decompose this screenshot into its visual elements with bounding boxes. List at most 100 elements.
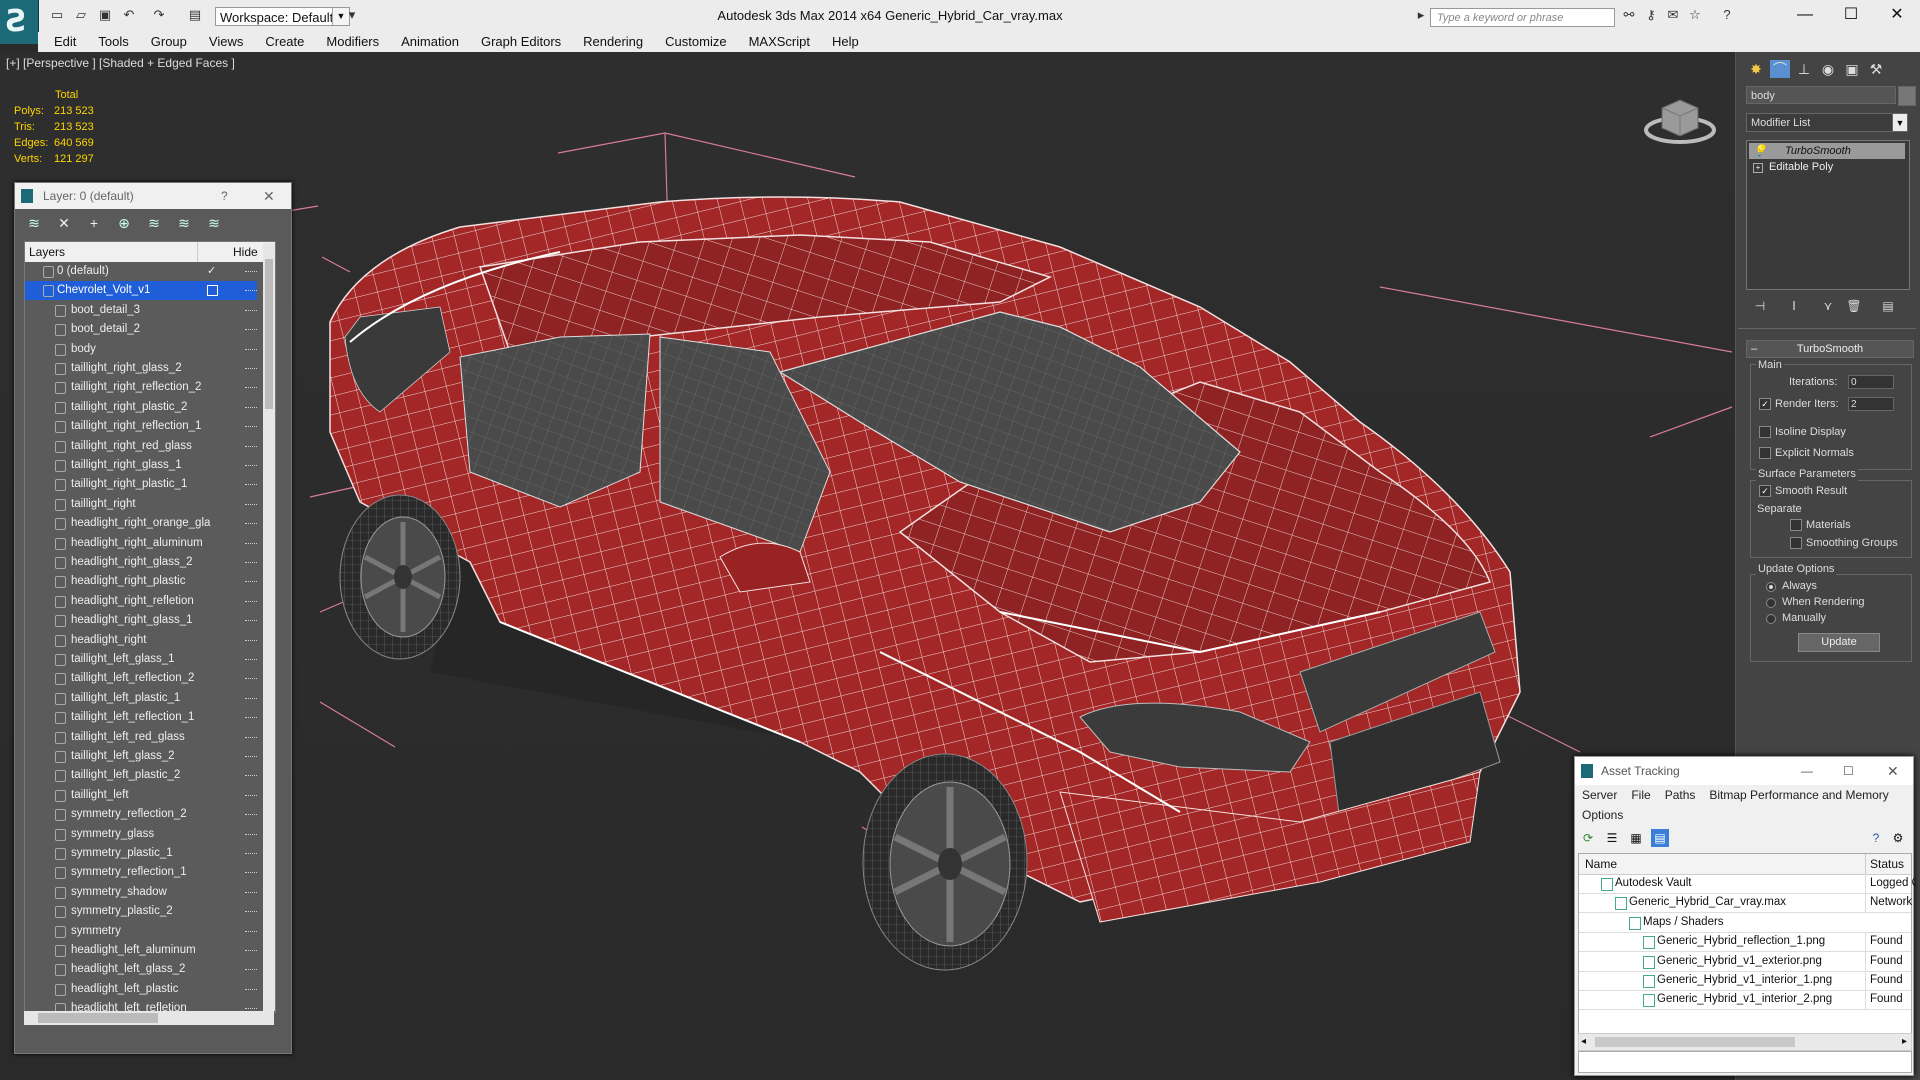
- iterations-spinner[interactable]: 0: [1848, 375, 1894, 389]
- hide-toggle[interactable]: [245, 950, 257, 953]
- minimize-button[interactable]: —: [1801, 757, 1813, 785]
- menu-file[interactable]: File: [1624, 785, 1657, 805]
- expand-arrow-icon[interactable]: ▸: [1416, 6, 1426, 24]
- layer-row[interactable]: headlight_left_plastic: [25, 980, 257, 999]
- hide-toggle[interactable]: [245, 697, 257, 701]
- hide-toggle[interactable]: [245, 426, 257, 429]
- scroll-left-icon[interactable]: ◂: [1581, 1034, 1586, 1050]
- show-end-result-icon[interactable]: Ⅰ: [1786, 298, 1802, 314]
- menu-customize[interactable]: Customize: [654, 32, 737, 52]
- menu-graph-editors[interactable]: Graph Editors: [470, 32, 572, 52]
- hide-toggle[interactable]: [245, 600, 257, 604]
- column-status[interactable]: Status: [1865, 854, 1904, 874]
- menu-bitmap-performance[interactable]: Bitmap Performance and Memory: [1702, 785, 1895, 805]
- utilities-tab-icon[interactable]: ⚒: [1866, 60, 1886, 78]
- hide-toggle[interactable]: [245, 406, 257, 410]
- hide-all-icon[interactable]: ≋: [175, 214, 193, 232]
- hide-toggle[interactable]: [245, 833, 257, 837]
- communication-icon[interactable]: ✉: [1664, 6, 1682, 24]
- asset-row[interactable]: Generic_Hybrid_v1_exterior.png Found: [1579, 951, 1911, 972]
- expand-plus-icon[interactable]: +: [1753, 163, 1763, 173]
- hide-toggle[interactable]: [245, 581, 257, 584]
- freeze-all-icon[interactable]: ≋: [205, 214, 223, 232]
- materials-checkbox[interactable]: [1790, 519, 1802, 531]
- hide-toggle[interactable]: [245, 659, 257, 662]
- make-unique-icon[interactable]: ⋎: [1820, 298, 1836, 314]
- hide-toggle[interactable]: [245, 329, 257, 332]
- hide-toggle[interactable]: [245, 639, 257, 643]
- menu-help[interactable]: Help: [821, 32, 870, 52]
- help-icon[interactable]: ?: [1867, 829, 1885, 847]
- layer-row[interactable]: taillight_left_glass_1: [25, 650, 257, 669]
- layer-row[interactable]: taillight_right_glass_1: [25, 456, 257, 475]
- render-iters-checkbox[interactable]: ✓: [1759, 398, 1771, 410]
- asset-row[interactable]: Generic_Hybrid_Car_vray.max Network: [1579, 893, 1912, 914]
- layer-row[interactable]: symmetry: [25, 922, 257, 941]
- display-tab-icon[interactable]: ▣: [1842, 60, 1862, 78]
- hide-toggle[interactable]: [245, 872, 257, 875]
- menu-modifiers[interactable]: Modifiers: [315, 32, 390, 52]
- menu-options[interactable]: Options: [1575, 805, 1630, 825]
- key-icon[interactable]: ⚷: [1642, 6, 1660, 24]
- hide-toggle[interactable]: [245, 271, 257, 274]
- layer-row[interactable]: headlight_right_aluminum: [25, 534, 257, 553]
- minimize-button[interactable]: —: [1782, 0, 1828, 32]
- create-tab-icon[interactable]: ✸: [1746, 60, 1766, 78]
- open-file-icon[interactable]: ▱: [72, 6, 90, 24]
- hide-toggle[interactable]: [245, 775, 257, 778]
- layer-row[interactable]: taillight_right_glass_2: [25, 359, 257, 378]
- layer-row[interactable]: taillight_left: [25, 786, 257, 805]
- hide-toggle[interactable]: [245, 930, 257, 934]
- turbosmooth-rollout-header[interactable]: – TurboSmooth: [1746, 340, 1914, 358]
- menu-group[interactable]: Group: [140, 32, 198, 52]
- layer-list-hscroll[interactable]: [24, 1011, 274, 1025]
- layer-row[interactable]: headlight_right_glass_1: [25, 611, 257, 630]
- layer-row[interactable]: symmetry_plastic_2: [25, 902, 257, 921]
- hide-toggle[interactable]: [245, 756, 257, 759]
- layer-list-vscroll-thumb[interactable]: [265, 259, 273, 409]
- smooth-result-checkbox[interactable]: ✓: [1759, 485, 1771, 497]
- thumbnail-view-icon[interactable]: ▦: [1627, 829, 1645, 847]
- asset-row[interactable]: Generic_Hybrid_v1_interior_2.png Found: [1579, 990, 1911, 1011]
- menu-edit[interactable]: Edit: [38, 32, 87, 52]
- layer-row[interactable]: headlight_right_glass_2: [25, 553, 257, 572]
- new-file-icon[interactable]: ▭: [48, 6, 66, 24]
- layer-row[interactable]: taillight_right_plastic_2: [25, 398, 257, 417]
- search-input[interactable]: Type a keyword or phrase: [1430, 8, 1615, 27]
- render-iters-spinner[interactable]: 2: [1848, 397, 1894, 411]
- hide-toggle[interactable]: [245, 290, 257, 293]
- menu-views[interactable]: Views: [198, 32, 254, 52]
- layer-row[interactable]: headlight_left_aluminum: [25, 941, 257, 960]
- settings-icon[interactable]: ⚙: [1889, 829, 1907, 847]
- layer-row[interactable]: boot_detail_2: [25, 320, 257, 339]
- highlight-layer-icon[interactable]: ≋: [145, 214, 163, 232]
- make-active-checkbox[interactable]: [207, 285, 218, 297]
- workspace-dropdown[interactable]: Workspace: Default ▼: [215, 7, 350, 26]
- app-logo[interactable]: Ƨ: [0, 0, 39, 44]
- project-folder-icon[interactable]: ▤: [186, 6, 204, 24]
- hide-toggle[interactable]: [245, 445, 257, 449]
- hide-toggle[interactable]: [245, 484, 257, 487]
- hide-toggle[interactable]: [245, 814, 257, 817]
- hide-toggle[interactable]: [245, 678, 257, 681]
- layer-row[interactable]: taillight_right_plastic_1: [25, 475, 257, 494]
- layer-row[interactable]: 0 (default) ✓: [25, 262, 257, 281]
- scroll-right-icon[interactable]: ▸: [1902, 1034, 1907, 1050]
- isoline-display-checkbox[interactable]: [1759, 426, 1771, 438]
- menu-create[interactable]: Create: [254, 32, 315, 52]
- layer-row[interactable]: taillight_left_glass_2: [25, 747, 257, 766]
- layer-row[interactable]: headlight_left_glass_2: [25, 960, 257, 979]
- redo-icon[interactable]: ↷: [150, 6, 168, 24]
- delete-layer-icon[interactable]: ✕: [55, 214, 73, 232]
- asset-row[interactable]: Generic_Hybrid_reflection_1.png Found: [1579, 932, 1911, 953]
- pin-stack-icon[interactable]: ⊣: [1752, 298, 1768, 314]
- add-to-layer-icon[interactable]: +: [85, 214, 103, 232]
- stack-item-turbosmooth[interactable]: 💡 TurboSmooth: [1749, 143, 1905, 159]
- column-name[interactable]: Name: [1585, 854, 1617, 874]
- layer-row[interactable]: headlight_right_plastic: [25, 572, 257, 591]
- hide-toggle[interactable]: [245, 562, 257, 565]
- undo-icon[interactable]: ↶: [120, 6, 138, 24]
- layer-row[interactable]: taillight_right: [25, 495, 257, 514]
- manually-radio[interactable]: [1766, 614, 1776, 624]
- layer-row[interactable]: boot_detail_3: [25, 301, 257, 320]
